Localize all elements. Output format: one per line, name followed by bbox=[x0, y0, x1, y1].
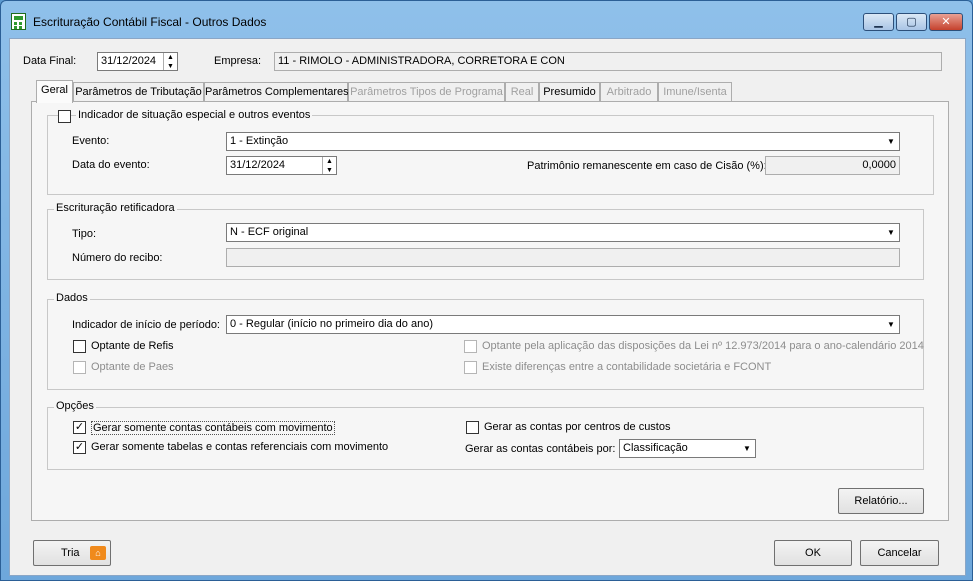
data-final-label: Data Final: bbox=[23, 55, 77, 67]
tria-label: Tria bbox=[61, 547, 80, 559]
close-icon[interactable]: ✕ bbox=[929, 13, 963, 31]
tab-parametros-complementares[interactable]: Parâmetros Complementares bbox=[204, 82, 349, 102]
tab-parametros-tipos-programa: Parâmetros Tipos de Programa bbox=[348, 82, 505, 102]
window-title: Escrituração Contábil Fiscal - Outros Da… bbox=[33, 15, 267, 29]
tab-arbitrado: Arbitrado bbox=[600, 82, 658, 102]
tab-panel-geral: Indicador de situação especial e outros … bbox=[31, 101, 949, 521]
contas-movimento-label: Gerar somente contas contábeis com movim… bbox=[91, 421, 335, 435]
tab-parametros-tributacao[interactable]: Parâmetros de Tributação bbox=[73, 82, 204, 102]
tria-button[interactable]: Tria ⌂ bbox=[33, 540, 111, 566]
dados-title: Dados bbox=[54, 292, 90, 304]
centros-custos-checkbox[interactable] bbox=[466, 421, 479, 434]
relatorio-button[interactable]: Relatório... bbox=[838, 488, 924, 514]
tab-presumido[interactable]: Presumido bbox=[539, 82, 600, 102]
paes-checkbox bbox=[73, 361, 86, 374]
data-final-spinner[interactable]: ▲ ▼ bbox=[163, 53, 177, 70]
tabelas-movimento-checkbox[interactable]: ✓ bbox=[73, 441, 86, 454]
situacao-checkbox-label: Indicador de situação especial e outros … bbox=[76, 109, 313, 121]
empresa-field: 11 - RIMOLO - ADMINISTRADORA, CORRETORA … bbox=[274, 52, 942, 71]
tab-imune-isenta: Imune/Isenta bbox=[658, 82, 732, 102]
evento-select[interactable]: 1 - Extinção ▼ bbox=[226, 132, 900, 151]
inicio-periodo-select[interactable]: 0 - Regular (início no primeiro dia do a… bbox=[226, 315, 900, 334]
chevron-down-icon[interactable]: ▼ bbox=[883, 316, 899, 333]
retificadora-group: Escrituração retificadora Tipo: N - ECF … bbox=[47, 202, 924, 280]
situacao-group: Indicador de situação especial e outros … bbox=[47, 109, 934, 195]
patrimonio-label: Patrimônio remanescente em caso de Cisão… bbox=[527, 160, 767, 172]
maximize-icon[interactable]: ▢ bbox=[896, 13, 927, 31]
paes-label: Optante de Paes bbox=[91, 361, 174, 373]
empresa-label: Empresa: bbox=[214, 55, 262, 67]
recibo-field bbox=[226, 248, 900, 267]
lei-label: Optante pela aplicação das disposições d… bbox=[482, 340, 924, 352]
dialog-body: Data Final: 31/12/2024 ▲ ▼ Empresa: 11 - … bbox=[9, 38, 966, 576]
evento-label: Evento: bbox=[72, 135, 110, 147]
chevron-down-icon[interactable]: ▼ bbox=[739, 440, 755, 457]
chevron-down-icon[interactable]: ▼ bbox=[883, 224, 899, 241]
diferencas-checkbox bbox=[464, 361, 477, 374]
tria-icon: ⌂ bbox=[90, 546, 106, 560]
tabelas-movimento-label: Gerar somente tabelas e contas referenci… bbox=[91, 441, 389, 453]
ok-button[interactable]: OK bbox=[774, 540, 852, 566]
data-evento-spinner[interactable]: ▲ ▼ bbox=[322, 157, 336, 174]
gerar-por-select[interactable]: Classificação ▼ bbox=[619, 439, 756, 458]
refis-label: Optante de Refis bbox=[91, 340, 174, 352]
inicio-periodo-label: Indicador de início de período: bbox=[72, 319, 220, 331]
tipo-label: Tipo: bbox=[72, 228, 97, 240]
refis-checkbox[interactable] bbox=[73, 340, 86, 353]
calculator-app-icon bbox=[11, 13, 26, 30]
diferencas-label: Existe diferenças entre a contabilidade … bbox=[482, 361, 772, 373]
chevron-down-icon[interactable]: ▼ bbox=[883, 133, 899, 150]
patrimonio-field: 0,0000 bbox=[765, 156, 900, 175]
situacao-checkbox[interactable] bbox=[58, 110, 71, 123]
gerar-por-label: Gerar as contas contábeis por: bbox=[465, 443, 616, 455]
opcoes-group: Opções ✓ Gerar somente contas contábeis … bbox=[47, 400, 924, 470]
app-window: Escrituração Contábil Fiscal - Outros Da… bbox=[0, 0, 973, 581]
retificadora-title: Escrituração retificadora bbox=[54, 202, 177, 214]
centros-custos-label: Gerar as contas por centros de custos bbox=[484, 421, 671, 433]
contas-movimento-checkbox[interactable]: ✓ bbox=[73, 421, 86, 434]
cancelar-button[interactable]: Cancelar bbox=[860, 540, 939, 566]
dados-group: Dados Indicador de início de período: 0 … bbox=[47, 292, 924, 390]
opcoes-title: Opções bbox=[54, 400, 96, 412]
tipo-select[interactable]: N - ECF original ▼ bbox=[226, 223, 900, 242]
data-final-field[interactable]: 31/12/2024 ▲ ▼ bbox=[97, 52, 178, 71]
data-evento-label: Data do evento: bbox=[72, 159, 150, 171]
data-evento-field[interactable]: 31/12/2024 ▲ ▼ bbox=[226, 156, 337, 175]
tab-geral[interactable]: Geral bbox=[36, 80, 73, 103]
minimize-icon[interactable]: ▁ bbox=[863, 13, 894, 31]
lei-checkbox bbox=[464, 340, 477, 353]
tab-real: Real bbox=[505, 82, 539, 102]
recibo-label: Número do recibo: bbox=[72, 252, 163, 264]
title-bar[interactable]: Escrituração Contábil Fiscal - Outros Da… bbox=[1, 1, 972, 31]
